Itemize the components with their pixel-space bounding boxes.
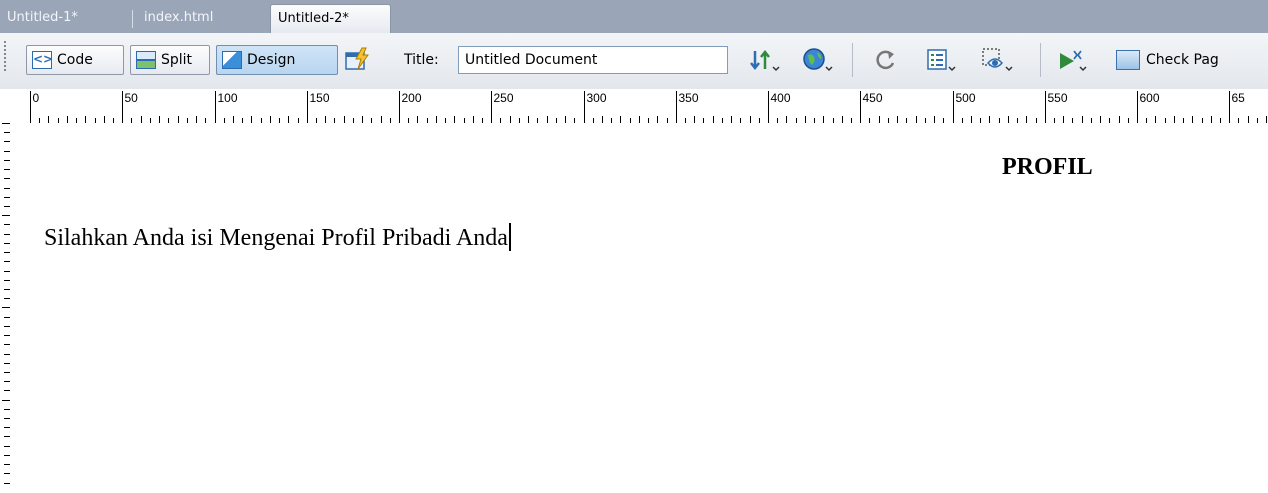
refresh-icon bbox=[876, 50, 895, 70]
visual-aids-icon bbox=[982, 48, 1013, 72]
file-transfer-icon bbox=[750, 49, 780, 72]
tab-separator bbox=[132, 10, 133, 28]
vertical-ruler-ticks bbox=[2, 123, 10, 484]
paragraph-text[interactable]: Silahkan Anda isi Mengenai Profil Pribad… bbox=[44, 225, 508, 251]
design-view-canvas[interactable]: PROFIL Silahkan Anda isi Mengenai Profil… bbox=[22, 123, 1268, 489]
tab-untitled-1[interactable]: Untitled-1* bbox=[0, 4, 129, 33]
live-view-button[interactable] bbox=[344, 47, 372, 73]
ruler-label: 400 bbox=[771, 91, 791, 105]
check-page-icon bbox=[1116, 50, 1140, 70]
toolbar-grip[interactable] bbox=[4, 41, 6, 73]
toolbar-separator bbox=[852, 43, 853, 77]
code-view-button[interactable]: <> Code bbox=[26, 45, 124, 75]
design-view-button[interactable]: Design bbox=[216, 45, 338, 75]
ruler-label: 250 bbox=[494, 91, 514, 105]
ruler-label: 0 bbox=[33, 91, 40, 105]
ruler-label: 350 bbox=[679, 91, 699, 105]
document-paragraph[interactable]: Silahkan Anda isi Mengenai Profil Pribad… bbox=[44, 223, 511, 252]
ruler-label: 65 bbox=[1232, 91, 1246, 105]
ruler-ticks: 0 50 100 150 200 250 300 350 400 450 500 550 600 65 bbox=[30, 91, 1267, 123]
split-view-button[interactable]: Split bbox=[130, 45, 210, 75]
ruler-label: 600 bbox=[1140, 91, 1160, 105]
visual-aids-button[interactable] bbox=[980, 45, 1014, 75]
live-view-icon bbox=[345, 47, 369, 70]
title-label: Title: bbox=[404, 52, 439, 68]
document-title-input[interactable]: Untitled Document bbox=[458, 46, 728, 74]
toolbar-separator bbox=[1040, 43, 1041, 77]
design-view-icon bbox=[222, 51, 242, 69]
check-page-label: Check Pag bbox=[1146, 52, 1219, 68]
globe-icon bbox=[803, 48, 833, 72]
split-view-label: Split bbox=[161, 52, 193, 68]
text-caret bbox=[508, 223, 511, 251]
vertical-ruler[interactable] bbox=[0, 123, 22, 489]
page-heading[interactable]: PROFIL bbox=[1002, 154, 1093, 181]
tab-index-html[interactable]: index.html bbox=[137, 4, 267, 33]
ruler-label: 500 bbox=[956, 91, 976, 105]
preview-in-browser-button[interactable] bbox=[800, 45, 834, 75]
ruler-label: 150 bbox=[310, 91, 330, 105]
ruler-label: 50 bbox=[125, 91, 139, 105]
split-view-icon bbox=[136, 51, 156, 69]
ruler-label: 550 bbox=[1048, 91, 1068, 105]
validate-markup-button[interactable] bbox=[1056, 45, 1090, 75]
ruler-label: 450 bbox=[863, 91, 883, 105]
validate-icon bbox=[1060, 50, 1087, 72]
refresh-design-view-button[interactable] bbox=[870, 45, 904, 75]
ruler-label: 100 bbox=[218, 91, 238, 105]
ruler-label: 200 bbox=[402, 91, 422, 105]
view-options-icon bbox=[927, 49, 956, 72]
document-toolbar: <> Code Split Design Title: Untitled Doc… bbox=[0, 33, 1268, 90]
ruler-label: 300 bbox=[587, 91, 607, 105]
design-view-label: Design bbox=[247, 52, 296, 68]
horizontal-ruler[interactable]: 0 50 100 150 200 250 300 350 400 450 500 550 600 65 bbox=[0, 89, 1268, 124]
file-management-button[interactable] bbox=[748, 45, 782, 75]
document-tab-bar: Untitled-1* index.html Untitled-2* bbox=[0, 0, 1268, 33]
tab-untitled-2[interactable]: Untitled-2* bbox=[270, 4, 391, 33]
code-view-label: Code bbox=[57, 52, 93, 68]
view-options-button[interactable] bbox=[924, 45, 958, 75]
code-view-icon: <> bbox=[32, 51, 53, 69]
check-page-button[interactable]: Check Pag bbox=[1116, 45, 1219, 75]
